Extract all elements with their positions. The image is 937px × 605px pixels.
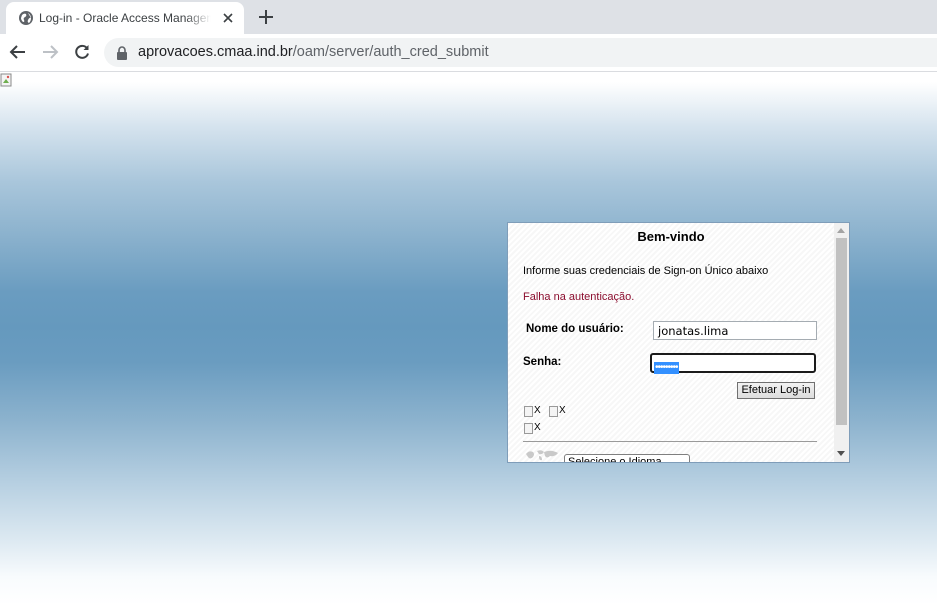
- divider: [523, 441, 817, 442]
- broken-image-3: X: [524, 422, 546, 436]
- broken-image-icon: [0, 73, 12, 87]
- scroll-thumb[interactable]: [836, 238, 847, 425]
- plus-icon[interactable]: [256, 7, 276, 27]
- tab-title: Log-in - Oracle Access Management: [39, 11, 211, 25]
- broken-image-alt: X: [534, 422, 541, 433]
- reload-icon[interactable]: [72, 42, 92, 62]
- welcome-title: Bem-vindo: [637, 229, 705, 244]
- iframe-scrollbar[interactable]: [834, 223, 849, 462]
- url-host: aprovacoes.cmaa.ind.br: [138, 44, 293, 60]
- scroll-down-arrow-icon[interactable]: [837, 451, 845, 456]
- scroll-up-arrow-icon[interactable]: [837, 228, 845, 233]
- username-label: Nome do usuário:: [526, 323, 624, 335]
- error-message: Falha na autenticação.: [523, 291, 635, 303]
- login-panel: Bem-vindo Informe suas credenciais de Si…: [508, 223, 834, 462]
- broken-image-alt: X: [534, 405, 541, 416]
- broken-image-2: X: [549, 405, 571, 419]
- address-bar[interactable]: aprovacoes.cmaa.ind.br/oam/server/auth_c…: [104, 38, 937, 67]
- globe-icon: [19, 11, 33, 25]
- language-select[interactable]: Selecione o Idioma: [564, 454, 690, 462]
- tab-strip: Log-in - Oracle Access Management: [0, 0, 937, 34]
- password-value: •••••••••: [654, 362, 679, 374]
- password-label: Senha:: [523, 356, 562, 368]
- broken-image-1: X: [524, 405, 546, 419]
- password-input[interactable]: •••••••••: [650, 353, 816, 374]
- instructions-text: Informe suas credenciais de Sign-on Únic…: [523, 265, 769, 277]
- world-map-icon: [526, 450, 558, 461]
- lock-icon[interactable]: [116, 46, 128, 60]
- login-button[interactable]: Efetuar Log-in: [737, 382, 815, 399]
- broken-image-alt: X: [559, 405, 566, 416]
- login-iframe: Bem-vindo Informe suas credenciais de Si…: [507, 222, 850, 463]
- username-input[interactable]: jonatas.lima: [653, 321, 817, 340]
- close-icon[interactable]: [220, 10, 236, 26]
- page-background: Bem-vindo Informe suas credenciais de Si…: [0, 72, 937, 605]
- forward-arrow-icon[interactable]: [40, 42, 60, 62]
- broken-image-icon: [549, 406, 558, 417]
- url-path: /oam/server/auth_cred_submit: [292, 44, 489, 60]
- back-arrow-icon[interactable]: [8, 42, 28, 62]
- broken-image-icon: [524, 423, 533, 434]
- url-text: aprovacoes.cmaa.ind.br/oam/server/auth_c…: [138, 44, 489, 60]
- browser-toolbar: aprovacoes.cmaa.ind.br/oam/server/auth_c…: [0, 34, 937, 72]
- broken-image-icon: [524, 406, 533, 417]
- browser-tab[interactable]: Log-in - Oracle Access Management: [6, 2, 244, 34]
